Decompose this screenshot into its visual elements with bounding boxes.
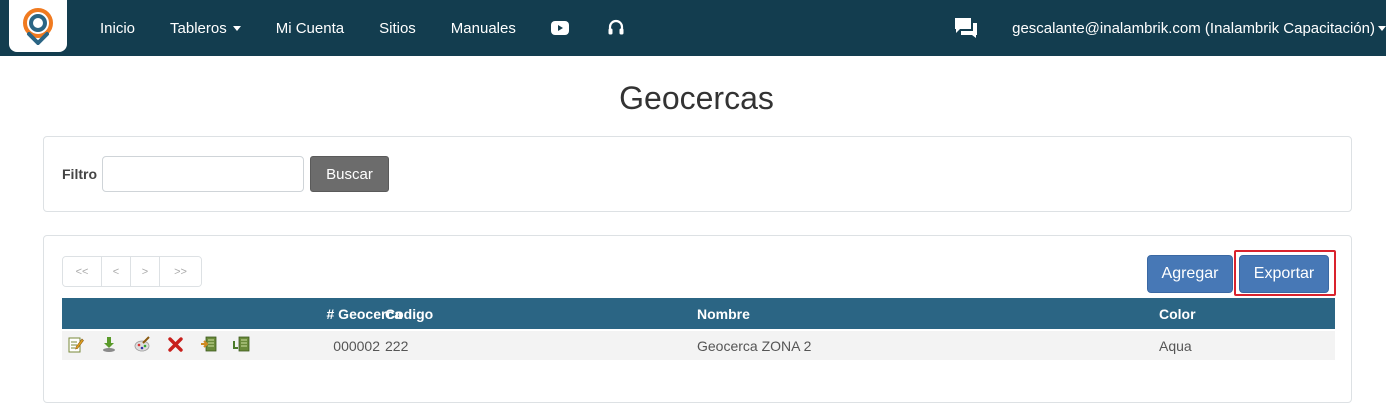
pagination: << < > >> xyxy=(62,256,202,287)
cell-nombre: Geocerca ZONA 2 xyxy=(697,338,812,354)
add-button[interactable]: Agregar xyxy=(1147,255,1233,293)
table-row[interactable]: 000002 222 Geocerca ZONA 2 Aqua xyxy=(62,331,1335,360)
export-button[interactable]: Exportar xyxy=(1239,255,1329,293)
page-title: Geocercas xyxy=(619,80,774,116)
nav-tableros-dropdown[interactable]: Tableros xyxy=(170,20,241,37)
column-header-nombre: Nombre xyxy=(697,306,750,322)
user-account-dropdown[interactable]: gescalante@inalambrik.com (Inalambrik Ca… xyxy=(1012,20,1386,37)
column-header-color: Color xyxy=(1159,306,1196,322)
pager-next-button[interactable]: > xyxy=(131,257,160,286)
cell-color: Aqua xyxy=(1159,338,1192,354)
table-header: # Geocerca Codigo Nombre Color xyxy=(62,298,1335,329)
caret-down-icon xyxy=(1378,25,1386,31)
pager-first-button[interactable]: << xyxy=(63,257,102,286)
import-icon[interactable] xyxy=(232,335,250,353)
top-navbar: Inicio Tableros Mi Cuenta Sitios Manuale… xyxy=(0,0,1386,56)
filter-label: Filtro xyxy=(62,166,97,182)
chat-icon[interactable] xyxy=(954,17,978,39)
row-actions xyxy=(67,335,265,353)
pager-prev-button[interactable]: < xyxy=(102,257,131,286)
delete-icon[interactable] xyxy=(166,335,184,353)
filter-panel: Filtro Buscar xyxy=(43,136,1352,212)
logo-icon xyxy=(23,8,53,45)
geofence-grid-panel: << < > >> Agregar Exportar # Geocerca Co… xyxy=(43,235,1352,403)
export-icon[interactable] xyxy=(199,335,217,353)
nav-mi-cuenta[interactable]: Mi Cuenta xyxy=(276,20,344,37)
app-logo[interactable] xyxy=(9,0,67,52)
nav-manuales[interactable]: Manuales xyxy=(451,20,516,37)
edit-icon[interactable] xyxy=(67,335,85,353)
headset-icon[interactable] xyxy=(607,19,625,37)
cell-codigo: 222 xyxy=(385,338,409,354)
nav-sitios[interactable]: Sitios xyxy=(379,20,416,37)
paint-icon[interactable] xyxy=(133,335,151,353)
search-button[interactable]: Buscar xyxy=(310,156,389,192)
nav-inicio[interactable]: Inicio xyxy=(100,20,135,37)
caret-down-icon xyxy=(232,25,241,31)
youtube-icon[interactable] xyxy=(550,21,569,35)
column-header-codigo: Codigo xyxy=(385,306,434,322)
cell-geocerca-num: 000002 xyxy=(333,338,380,354)
download-icon[interactable] xyxy=(100,335,118,353)
filter-input[interactable] xyxy=(102,156,304,192)
pager-last-button[interactable]: >> xyxy=(160,257,201,286)
